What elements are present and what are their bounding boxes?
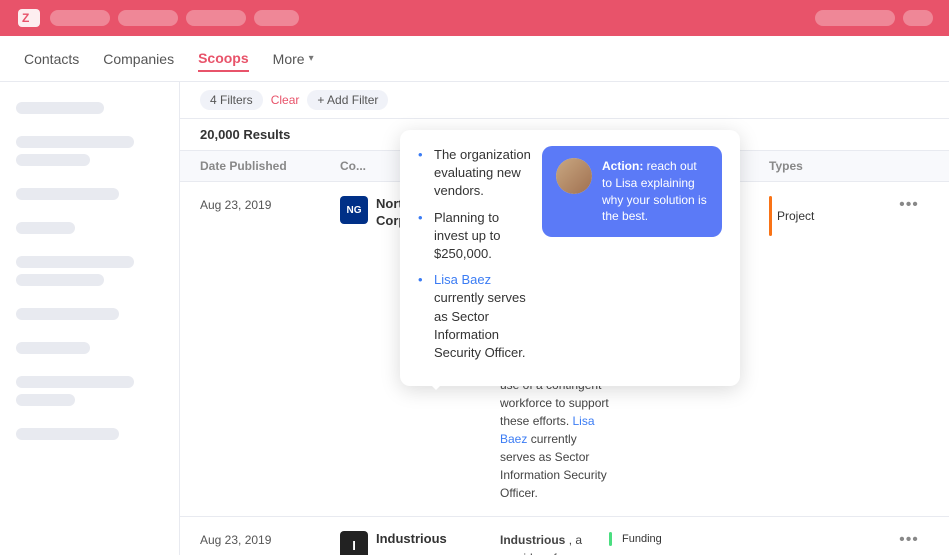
row-type: Project [769,196,889,236]
row-tags: Funding [609,531,769,549]
tooltip-link[interactable]: Lisa Baez [434,272,491,287]
sidebar [0,82,180,555]
content-area: 4 Filters Clear + Add Filter 20,000 Resu… [180,82,949,555]
tag-label: Funding [622,531,662,547]
header-date: Date Published [200,159,340,173]
more-icon[interactable]: ••• [899,196,919,214]
topbar: Z [0,0,949,36]
topbar-right-sm[interactable] [903,10,933,26]
header-types: Types [769,159,889,173]
filter-count: 4 Filters [200,90,263,110]
action-card: Action: reach out to Lisa explaining why… [542,146,722,237]
main-layout: 4 Filters Clear + Add Filter 20,000 Resu… [0,82,949,555]
company-name[interactable]: Industrious [376,531,447,548]
sidebar-pill [16,394,75,406]
more-icon[interactable]: ••• [899,531,919,549]
sidebar-item-5 [0,248,179,300]
sidebar-item-7 [0,334,179,368]
chevron-down-icon: ▾ [309,53,314,64]
sidebar-pill [16,308,119,320]
sidebar-pill [16,222,75,234]
sidebar-pill [16,342,90,354]
tooltip-item-1: The organization evaluating new vendors. [418,146,532,201]
sidebar-pill [16,256,134,268]
tooltip-list: The organization evaluating new vendors.… [418,146,532,370]
topbar-right-btn[interactable] [815,10,895,26]
sidebar-pill [16,428,119,440]
row-more[interactable]: ••• [889,196,929,214]
filter-bar: 4 Filters Clear + Add Filter [180,82,949,119]
sidebar-item-6 [0,300,179,334]
type-label: Project [777,209,814,223]
desc-bold: Industrious [500,533,565,547]
sidebar-pill [16,274,104,286]
action-text: Action: reach out to Lisa explaining why… [602,158,708,225]
type-divider-icon [769,196,772,236]
topbar-pill-1 [50,10,110,26]
tooltip-text-end: currently serves as Sector Information S… [434,290,526,360]
row-company: I Industrious [340,531,500,555]
tag-divider-icon [609,532,612,546]
svg-text:Z: Z [22,11,29,25]
tooltip-item-2: Planning to invest up to $250,000. [418,209,532,264]
company-logo: NG [340,196,368,224]
sidebar-item-2 [0,128,179,180]
row-date: Aug 23, 2019 [200,196,340,212]
sidebar-item-4 [0,214,179,248]
sidebar-pill [16,376,134,388]
subnav-more[interactable]: More ▾ [273,51,314,67]
sidebar-pill [16,154,90,166]
logo: Z [16,8,42,28]
row-more[interactable]: ••• [889,531,929,549]
sidebar-pill [16,188,119,200]
company-logo: I [340,531,368,555]
tooltip-popup: The organization evaluating new vendors.… [400,130,740,386]
subnav-contacts[interactable]: Contacts [24,47,79,71]
topbar-pill-2 [118,10,178,26]
sidebar-item-1 [0,94,179,128]
sidebar-pill [16,136,134,148]
subnav-scoops[interactable]: Scoops [198,46,249,72]
sidebar-item-3 [0,180,179,214]
row-date: Aug 23, 2019 [200,531,340,547]
filter-clear-button[interactable]: Clear [271,93,300,107]
sidebar-pill [16,102,104,114]
sidebar-item-8 [0,368,179,420]
row-description: Industrious , a provider of coworking sp… [500,531,609,555]
avatar-image [556,158,592,194]
header-more [889,159,929,173]
topbar-pill-3 [186,10,246,26]
table-row: Aug 23, 2019 I Industrious Industrious ,… [180,517,949,555]
sidebar-item-9 [0,420,179,454]
filter-add-button[interactable]: + Add Filter [307,90,388,110]
topbar-pill-4 [254,10,299,26]
avatar [556,158,592,194]
tooltip-item-3: Lisa Baez currently serves as Sector Inf… [418,271,532,362]
tag-1: Funding [609,531,769,547]
tooltip-content: The organization evaluating new vendors.… [418,146,722,370]
action-label: Action: [602,159,643,173]
subnav: Contacts Companies Scoops More ▾ [0,36,949,82]
subnav-companies[interactable]: Companies [103,47,174,71]
